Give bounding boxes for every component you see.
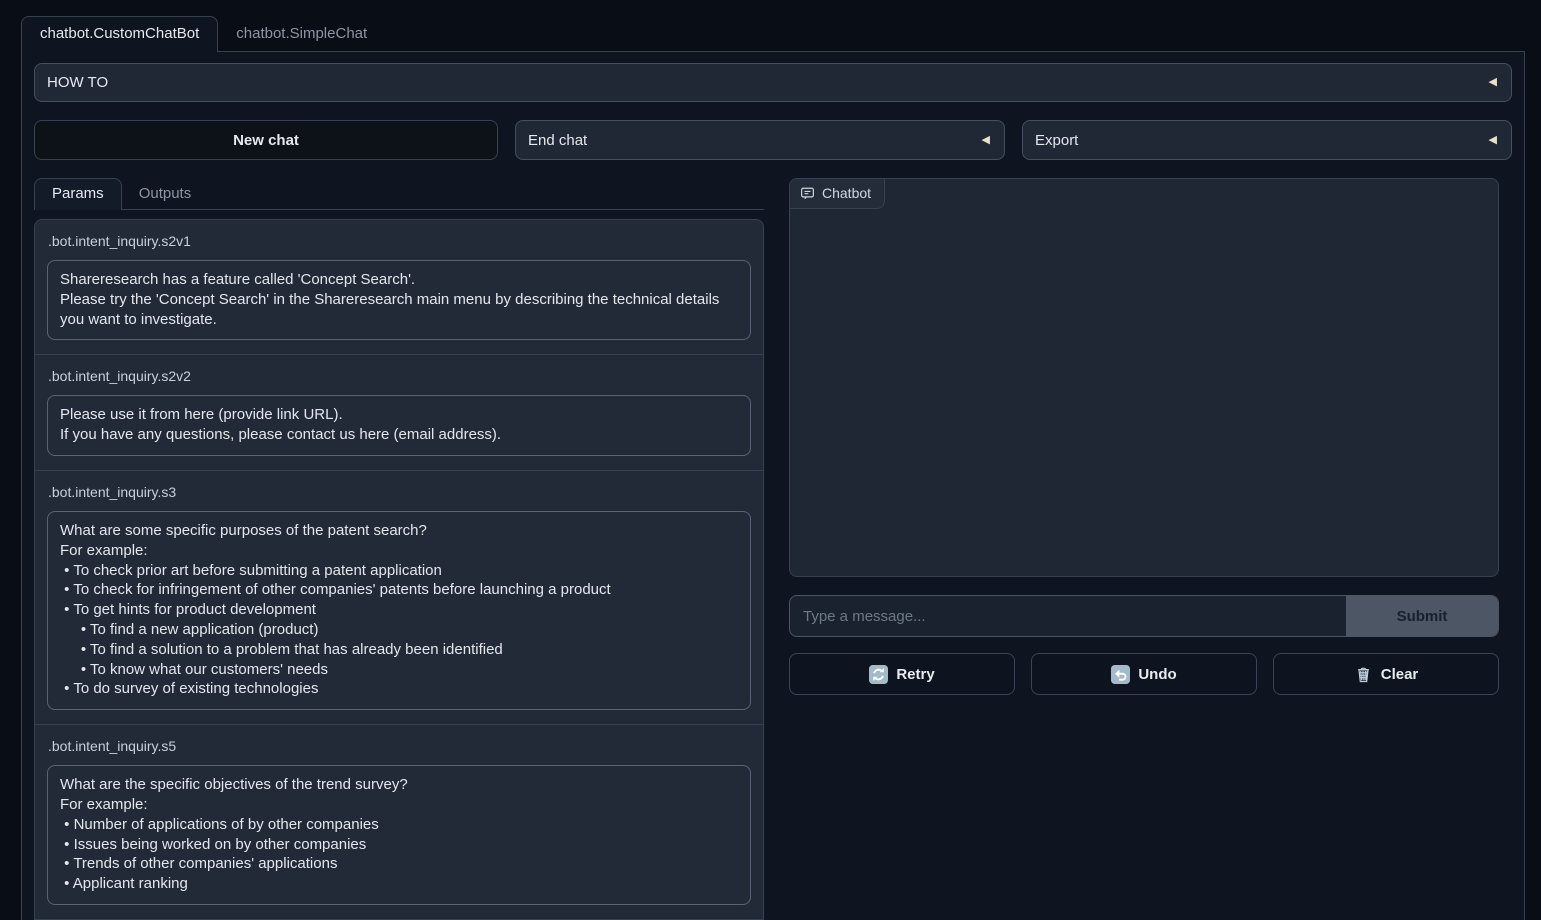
param-textbox[interactable]: What are some specific purposes of the p… bbox=[47, 511, 751, 710]
message-input-group: Submit bbox=[789, 595, 1499, 637]
param-textbox[interactable]: Please use it from here (provide link UR… bbox=[47, 395, 751, 456]
undo-label: Undo bbox=[1138, 666, 1176, 683]
tab-params[interactable]: Params bbox=[34, 178, 122, 210]
chat-column: Chatbot Submit bbox=[776, 178, 1512, 695]
end-chat-accordion[interactable]: End chat ◀ bbox=[515, 120, 1005, 160]
param-textbox[interactable]: What are the specific objectives of the … bbox=[47, 765, 751, 905]
param-block: .bot.intent_inquiry.s3 What are some spe… bbox=[35, 471, 763, 725]
submit-button[interactable]: Submit bbox=[1346, 596, 1498, 636]
clear-icon bbox=[1354, 665, 1373, 684]
end-chat-label: End chat bbox=[528, 132, 587, 149]
message-input[interactable] bbox=[790, 596, 1346, 636]
app-window: chatbot.CustomChatBot chatbot.SimpleChat… bbox=[21, 16, 1525, 920]
clear-button[interactable]: Clear bbox=[1273, 653, 1499, 695]
param-label: .bot.intent_inquiry.s5 bbox=[48, 738, 751, 754]
undo-button[interactable]: Undo bbox=[1031, 653, 1257, 695]
param-block: .bot.intent_inquiry.s2v2 Please use it f… bbox=[35, 355, 763, 471]
chatbot-label-text: Chatbot bbox=[822, 185, 871, 201]
params-tab-bar: Params Outputs bbox=[34, 178, 764, 209]
action-row: New chat End chat ◀ Export ◀ bbox=[34, 120, 1512, 160]
chatbot-label: Chatbot bbox=[790, 179, 885, 209]
tab-simple-chat[interactable]: chatbot.SimpleChat bbox=[218, 17, 385, 51]
chat-actions-row: Retry Undo bbox=[789, 653, 1499, 695]
param-block: .bot.intent_inquiry.s2v1 Shareresearch h… bbox=[35, 220, 763, 355]
retry-label: Retry bbox=[896, 666, 934, 683]
export-label: Export bbox=[1035, 132, 1078, 149]
params-column: Params Outputs .bot.intent_inquiry.s2v1 … bbox=[34, 178, 764, 920]
param-label: .bot.intent_inquiry.s2v1 bbox=[48, 233, 751, 249]
params-form: .bot.intent_inquiry.s2v1 Shareresearch h… bbox=[34, 219, 764, 920]
speech-bubble-icon bbox=[800, 186, 815, 201]
undo-icon bbox=[1111, 665, 1130, 684]
param-label: .bot.intent_inquiry.s2v2 bbox=[48, 368, 751, 384]
retry-icon bbox=[869, 665, 888, 684]
tab-outputs[interactable]: Outputs bbox=[122, 179, 209, 209]
tab-custom-chatbot[interactable]: chatbot.CustomChatBot bbox=[21, 16, 218, 52]
tab-content: HOW TO ◀ New chat End chat ◀ Export ◀ Pa… bbox=[21, 51, 1525, 920]
param-block: .bot.intent_inquiry.s5 What are the spec… bbox=[35, 725, 763, 920]
collapse-arrow-icon: ◀ bbox=[1489, 77, 1497, 88]
clear-label: Clear bbox=[1381, 666, 1419, 683]
param-label: .bot.intent_inquiry.s3 bbox=[48, 484, 751, 500]
new-chat-button[interactable]: New chat bbox=[34, 120, 498, 160]
collapse-arrow-icon: ◀ bbox=[982, 135, 990, 146]
howto-accordion[interactable]: HOW TO ◀ bbox=[34, 63, 1512, 102]
param-textbox[interactable]: Shareresearch has a feature called 'Conc… bbox=[47, 260, 751, 340]
howto-label: HOW TO bbox=[47, 74, 108, 91]
export-accordion[interactable]: Export ◀ bbox=[1022, 120, 1512, 160]
top-tab-bar: chatbot.CustomChatBot chatbot.SimpleChat bbox=[21, 16, 1525, 51]
chatbot-panel: Chatbot bbox=[789, 178, 1499, 577]
retry-button[interactable]: Retry bbox=[789, 653, 1015, 695]
main-row: Params Outputs .bot.intent_inquiry.s2v1 … bbox=[34, 178, 1512, 920]
collapse-arrow-icon: ◀ bbox=[1489, 135, 1497, 146]
